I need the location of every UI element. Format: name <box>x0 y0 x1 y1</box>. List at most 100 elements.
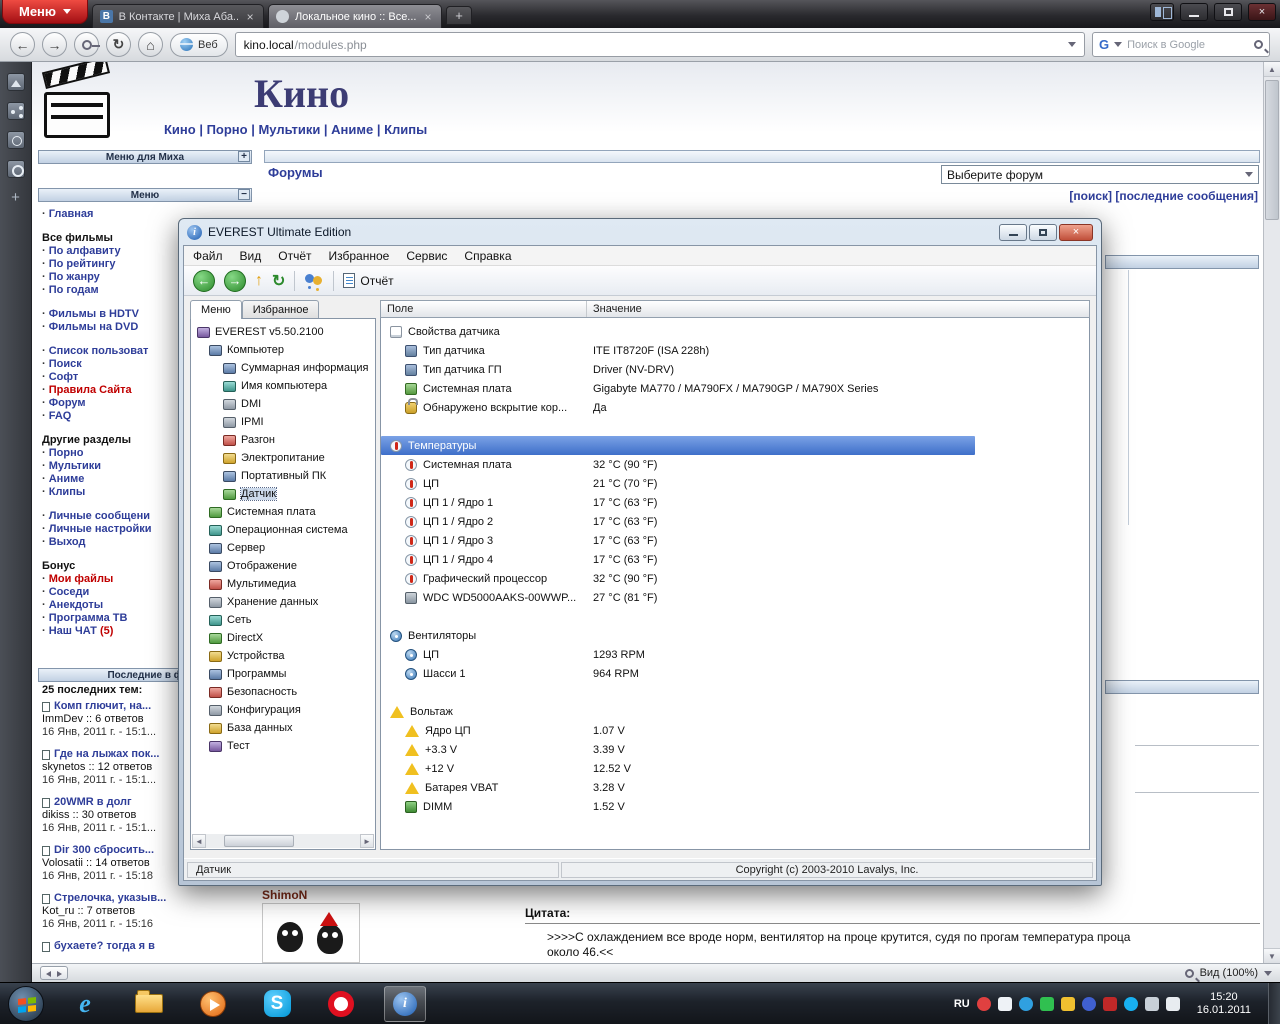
search-engine-dropdown-icon[interactable] <box>1114 42 1123 47</box>
users-icon[interactable] <box>304 272 324 290</box>
scrollbar-thumb[interactable] <box>1265 80 1279 220</box>
collapse-button[interactable]: − <box>238 189 250 200</box>
settings-panel-icon[interactable] <box>6 160 25 178</box>
internet-explorer-button[interactable]: e <box>64 986 106 1022</box>
tray-icon-2[interactable] <box>997 996 1012 1011</box>
toolbar-back-button[interactable]: ← <box>193 269 215 292</box>
search-field[interactable]: G Поиск в Google <box>1092 32 1270 57</box>
tree-item-os[interactable]: Операционная система <box>191 521 375 539</box>
new-tab-button[interactable]: + <box>446 6 472 25</box>
tree-item-storage[interactable]: Хранение данных <box>191 593 375 611</box>
forum-post-author[interactable]: ShimoN <box>262 888 307 902</box>
report-row-volt-3v[interactable]: +3.3 V 3.39 V <box>381 740 1089 759</box>
report-row-temp-motherboard[interactable]: Системная плата 32 °C (90 °F) <box>381 455 1089 474</box>
opera-button[interactable] <box>320 986 362 1022</box>
report-row-gpu-sensor-type[interactable]: Тип датчика ГП Driver (NV-DRV) <box>381 360 1089 379</box>
report-row-temp-core3[interactable]: ЦП 1 / Ядро 3 17 °C (63 °F) <box>381 531 1089 550</box>
report-row-motherboard[interactable]: Системная плата Gigabyte MA770 / MA790FX … <box>381 379 1089 398</box>
tree-item-directx[interactable]: DirectX <box>191 629 375 647</box>
scroll-left-icon[interactable]: ◄ <box>192 834 206 848</box>
report-row-temp-core1[interactable]: ЦП 1 / Ядро 1 17 °C (63 °F) <box>381 493 1089 512</box>
key-button[interactable] <box>74 32 100 57</box>
tree-item-security[interactable]: Безопасность <box>191 683 375 701</box>
browser-tab-kino[interactable]: Локальное кино :: Все... × <box>268 4 442 28</box>
language-indicator[interactable]: RU <box>954 998 970 1010</box>
site-nav-links[interactable]: Кино | Порно | Мультики | Аниме | Клипы <box>164 122 427 137</box>
report-row-temp-cpu[interactable]: ЦП 21 °C (70 °F) <box>381 474 1089 493</box>
menu-file[interactable]: Файл <box>193 249 223 263</box>
scroll-right-icon[interactable]: ► <box>360 834 374 848</box>
tree-item-server[interactable]: Сервер <box>191 539 375 557</box>
toolbar-forward-button[interactable]: → <box>224 269 246 292</box>
tab-favorites[interactable]: Избранное <box>241 300 320 319</box>
panel-toggle-button[interactable] <box>40 966 68 980</box>
address-dropdown-icon[interactable] <box>1068 42 1076 47</box>
panels-toggle-icon[interactable] <box>1150 3 1174 21</box>
tree-item-overclock[interactable]: Разгон <box>191 431 375 449</box>
report-row-volt-12v[interactable]: +12 V 12.52 V <box>381 759 1089 778</box>
report-row-fan-chassis[interactable]: Шасси 1 964 RPM <box>381 664 1089 683</box>
volume-icon[interactable] <box>1144 996 1159 1011</box>
menu-help[interactable]: Справка <box>464 249 511 263</box>
address-bar[interactable]: kino.local /modules.php <box>234 32 1085 57</box>
menu-favorites[interactable]: Избранное <box>329 249 390 263</box>
forum-select[interactable]: Выберите форум <box>941 165 1259 184</box>
everest-maximize-button[interactable] <box>1029 223 1057 241</box>
everest-taskbar-button[interactable]: i <box>384 985 426 1022</box>
everest-close-button[interactable]: × <box>1059 223 1093 241</box>
tray-icon-4[interactable] <box>1039 996 1054 1011</box>
tray-icon-1[interactable] <box>976 996 991 1011</box>
reload-button[interactable]: ↻ <box>106 32 131 57</box>
tree-item-motherboard[interactable]: Системная плата <box>191 503 375 521</box>
browser-menu-button[interactable]: Меню <box>2 0 88 24</box>
page-scrollbar[interactable]: ▲ ▼ <box>1263 62 1280 963</box>
report-section-sensor-props[interactable]: Свойства датчика <box>381 322 1089 341</box>
tree-item-devices[interactable]: Устройства <box>191 647 375 665</box>
add-panel-icon[interactable]: + <box>7 189 25 207</box>
tree-item-programs[interactable]: Программы <box>191 665 375 683</box>
tray-icon-8[interactable] <box>1123 996 1138 1011</box>
report-row-volt-cpu-core[interactable]: Ядро ЦП 1.07 V <box>381 721 1089 740</box>
menu-report[interactable]: Отчёт <box>278 249 311 263</box>
search-icon[interactable] <box>1254 40 1263 49</box>
toolbar-up-button[interactable]: ↑ <box>255 272 263 290</box>
share-panel-icon[interactable] <box>6 102 25 120</box>
expand-button[interactable]: + <box>238 151 250 162</box>
report-section-temperatures[interactable]: Температуры <box>381 436 975 455</box>
toolbar-refresh-button[interactable]: ↻ <box>272 271 285 291</box>
menu-view[interactable]: Вид <box>240 249 262 263</box>
scroll-down-icon[interactable]: ▼ <box>1264 948 1280 963</box>
everest-minimize-button[interactable] <box>999 223 1027 241</box>
topic-link[interactable]: Стрелочка, указыв... <box>42 892 210 905</box>
window-maximize-button[interactable] <box>1214 3 1242 21</box>
topic-link[interactable]: бухаете? тогда я в <box>42 940 210 953</box>
report-row-volt-vbat[interactable]: Батарея VBAT 3.28 V <box>381 778 1089 797</box>
skype-button[interactable]: S <box>256 986 298 1022</box>
tree-item-display[interactable]: Отображение <box>191 557 375 575</box>
show-desktop-button[interactable] <box>1268 982 1280 1024</box>
scroll-up-icon[interactable]: ▲ <box>1264 62 1280 77</box>
media-player-button[interactable] <box>192 986 234 1022</box>
web-button[interactable]: Веб <box>170 32 228 57</box>
start-button[interactable] <box>8 985 44 1022</box>
everest-title-bar[interactable]: i EVEREST Ultimate Edition × <box>179 219 1101 245</box>
report-section-voltage[interactable]: Вольтаж <box>381 702 1089 721</box>
window-minimize-button[interactable] <box>1180 3 1208 21</box>
home-button[interactable]: ⌂ <box>138 32 163 57</box>
tray-icon-6[interactable] <box>1081 996 1096 1011</box>
tree-item-network[interactable]: Сеть <box>191 611 375 629</box>
tree-item-everest-version[interactable]: EVEREST v5.50.2100 <box>191 323 375 341</box>
tray-icon-5[interactable] <box>1060 996 1075 1011</box>
tray-icon-7[interactable] <box>1102 996 1117 1011</box>
images-panel-icon[interactable] <box>6 73 25 91</box>
tree-item-summary-info[interactable]: Суммарная информация <box>191 359 375 377</box>
tree-item-dmi[interactable]: DMI <box>191 395 375 413</box>
tree-item-ipmi[interactable]: IPMI <box>191 413 375 431</box>
explorer-button[interactable] <box>128 986 170 1022</box>
tab-close-icon[interactable]: × <box>244 10 256 24</box>
network-icon[interactable] <box>1165 996 1180 1011</box>
browser-tab-vkontakte[interactable]: В В Контакте | Миха Аба... × <box>92 4 264 28</box>
window-close-button[interactable]: × <box>1248 3 1276 21</box>
report-section-fans[interactable]: Вентиляторы <box>381 626 1089 645</box>
report-row-temp-core2[interactable]: ЦП 1 / Ядро 2 17 °C (63 °F) <box>381 512 1089 531</box>
